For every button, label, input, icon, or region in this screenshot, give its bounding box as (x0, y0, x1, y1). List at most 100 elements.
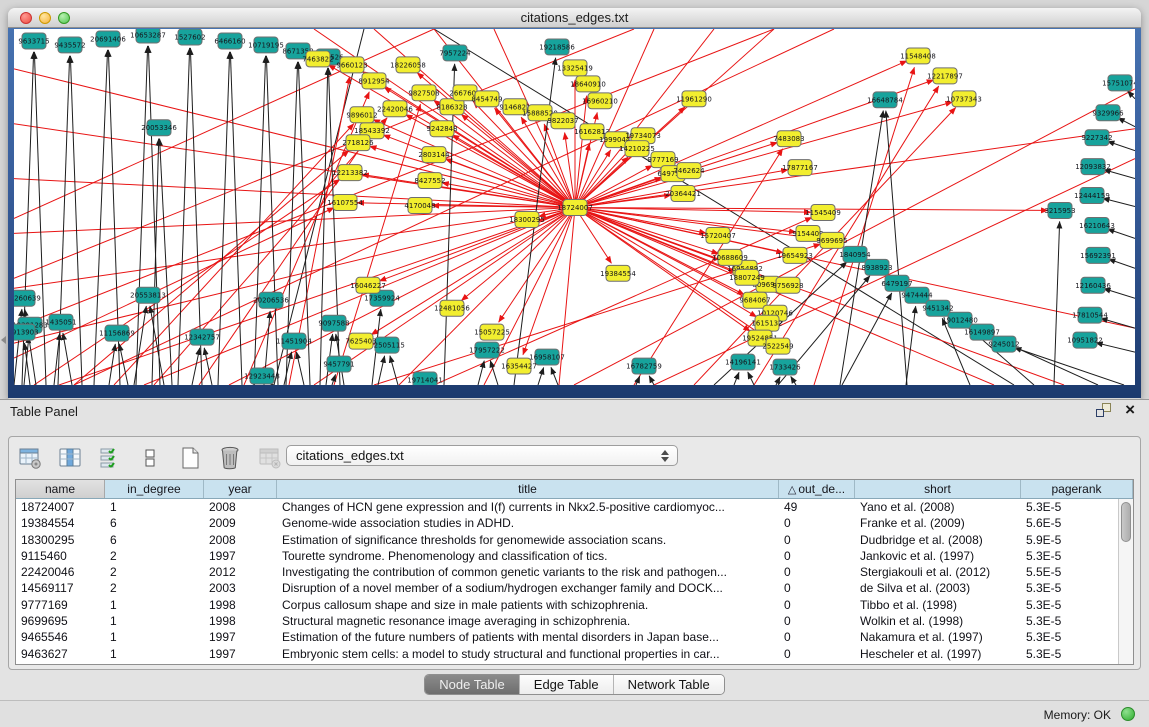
select-all-icon[interactable] (97, 445, 123, 471)
table-row[interactable]: 977716911998Corpus callosum shape and si… (16, 597, 1133, 613)
graph-node[interactable]: 12217897 (927, 68, 963, 84)
graph-node[interactable]: 13325419 (557, 60, 593, 76)
column-header-short[interactable]: short (855, 480, 1021, 498)
panel-collapse-arrow-icon[interactable] (1, 336, 6, 344)
graph-node[interactable]: 10653287 (130, 29, 166, 43)
column-header-in-degree[interactable]: in_degree (105, 480, 204, 498)
graph-node[interactable]: 16210643 (1079, 217, 1115, 233)
graph-node[interactable]: 16960210 (582, 93, 618, 109)
graph-node[interactable]: 19384554 (600, 265, 636, 281)
graph-node[interactable]: 17877167 (782, 160, 818, 176)
float-panel-icon[interactable] (1096, 403, 1111, 417)
table-row[interactable]: 2242004622012Investigating the contribut… (16, 564, 1133, 580)
graph-node[interactable]: 8938923 (861, 259, 892, 275)
graph-node[interactable]: 8454749 (471, 91, 502, 107)
graph-node[interactable]: 6466160 (214, 33, 245, 49)
graph-node[interactable]: 9756928 (772, 277, 803, 293)
clear-selection-icon[interactable] (137, 445, 163, 471)
tab-edge-table[interactable]: Edge Table (520, 675, 614, 694)
graph-node[interactable]: 14196141 (725, 354, 761, 370)
table-row[interactable]: 1872400712008Changes of HCN gene express… (16, 499, 1133, 515)
graph-node[interactable]: 8427552 (414, 173, 445, 189)
graph-node[interactable]: 4170048 (404, 198, 435, 214)
graph-node[interactable]: 9660123 (336, 57, 367, 73)
graph-node[interactable]: 2803144 (418, 147, 450, 163)
graph-node[interactable]: 9242848 (426, 121, 457, 137)
tab-node-table[interactable]: Node Table (425, 675, 520, 694)
graph-node[interactable]: 11961290 (676, 91, 712, 107)
graph-node[interactable]: 9227342 (1081, 130, 1112, 146)
graph-node[interactable]: 3913903 (14, 324, 39, 340)
graph-node[interactable]: 9435572 (54, 37, 85, 53)
graph-node[interactable]: 8912954 (358, 73, 390, 89)
graph-node[interactable]: 1527602 (174, 29, 205, 45)
table-row[interactable]: 911546021997Tourette syndrome. Phenomeno… (16, 548, 1133, 564)
graph-node[interactable]: 9822037 (547, 113, 578, 129)
graph-node[interactable]: 16782759 (626, 358, 662, 374)
window-titlebar[interactable]: citations_edges.txt (8, 8, 1141, 28)
graph-node[interactable]: 19714041 (407, 372, 443, 385)
column-header-title[interactable]: title (277, 480, 779, 498)
graph-node[interactable]: 18300295 (509, 211, 545, 227)
new-table-icon[interactable] (177, 445, 203, 471)
table-row[interactable]: 969969511998Structural magnetic resonanc… (16, 613, 1133, 629)
graph-node[interactable]: 2522549 (762, 338, 793, 354)
graph-node[interactable]: 7625403 (345, 333, 376, 349)
delete-column-icon[interactable] (217, 445, 243, 471)
graph-node[interactable]: 15057225 (474, 324, 510, 340)
graph-node[interactable]: 9329966 (1092, 105, 1123, 121)
graph-node[interactable]: 7957224 (439, 45, 471, 61)
graph-node[interactable]: 7462624 (673, 163, 705, 179)
graph-node[interactable]: 10719195 (248, 37, 284, 53)
graph-node[interactable]: 10737343 (946, 91, 982, 107)
table-select-dropdown[interactable]: citations_edges.txt (286, 445, 678, 466)
table-row[interactable]: 1938455462009Genome-wide association stu… (16, 515, 1133, 531)
graph-node[interactable]: 9245012 (988, 336, 1019, 352)
minimize-window-icon[interactable] (39, 12, 51, 24)
table-row[interactable]: 946362711997Embryonic stem cells: a mode… (16, 646, 1133, 662)
graph-node[interactable]: 7483083 (773, 131, 804, 147)
graph-node[interactable]: 10951822 (1067, 332, 1103, 348)
graph-node[interactable]: 9097588 (318, 315, 349, 331)
graph-node[interactable]: 21260639 (14, 290, 41, 306)
graph-node[interactable]: 11156869 (99, 325, 135, 341)
graph-node[interactable]: 12481056 (434, 300, 470, 316)
scrollbar-thumb[interactable] (1121, 502, 1131, 542)
delete-table-icon[interactable] (257, 445, 283, 471)
graph-node[interactable]: 12160436 (1075, 277, 1111, 293)
tab-network-table[interactable]: Network Table (614, 675, 724, 694)
graph-node[interactable]: 15751074 (1102, 75, 1135, 91)
graph-node[interactable]: 1435051 (45, 314, 76, 330)
column-header-out-de-[interactable]: △out_de... (779, 480, 855, 498)
column-visibility-icon[interactable] (57, 445, 83, 471)
graph-node[interactable]: 9896012 (346, 107, 377, 123)
graph-node[interactable]: 16107554 (327, 195, 363, 211)
graph-node[interactable]: 9633715 (18, 33, 49, 49)
network-canvas[interactable]: 9633715943557220691406106532871527602646… (14, 29, 1135, 385)
column-header-pagerank[interactable]: pagerank (1021, 480, 1133, 498)
graph-node[interactable]: 9699695 (816, 232, 847, 248)
graph-node[interactable]: 11451904 (276, 333, 312, 349)
graph-node[interactable]: 1615132 (751, 315, 782, 331)
graph-node[interactable]: 19654923 (777, 247, 813, 263)
close-window-icon[interactable] (20, 12, 32, 24)
graph-node[interactable]: 2718126 (342, 135, 373, 151)
graph-node[interactable]: 9457791 (323, 356, 354, 372)
graph-node[interactable]: 20364421 (665, 186, 701, 202)
graph-node[interactable]: 7463822 (302, 51, 333, 67)
graph-node[interactable]: 16648784 (867, 92, 903, 108)
graph-node[interactable]: 12444159 (1074, 188, 1110, 204)
column-header-name[interactable]: name (16, 480, 105, 498)
table-row[interactable]: 946554611997Estimation of the future num… (16, 629, 1133, 645)
graph-node[interactable]: 18640910 (570, 76, 606, 92)
graph-node[interactable]: 19218586 (539, 39, 575, 55)
graph-node[interactable]: 15692391 (1080, 247, 1116, 263)
graph-node[interactable]: 20206536 (253, 292, 289, 308)
graph-node[interactable]: 1733426 (769, 359, 800, 375)
close-panel-icon[interactable]: × (1125, 403, 1135, 417)
table-row[interactable]: 1830029562008Estimation of significance … (16, 532, 1133, 548)
column-header-year[interactable]: year (204, 480, 277, 498)
graph-node[interactable]: 22420046 (377, 101, 413, 117)
zoom-window-icon[interactable] (58, 12, 70, 24)
graph-node[interactable]: 3215953 (1044, 203, 1075, 219)
